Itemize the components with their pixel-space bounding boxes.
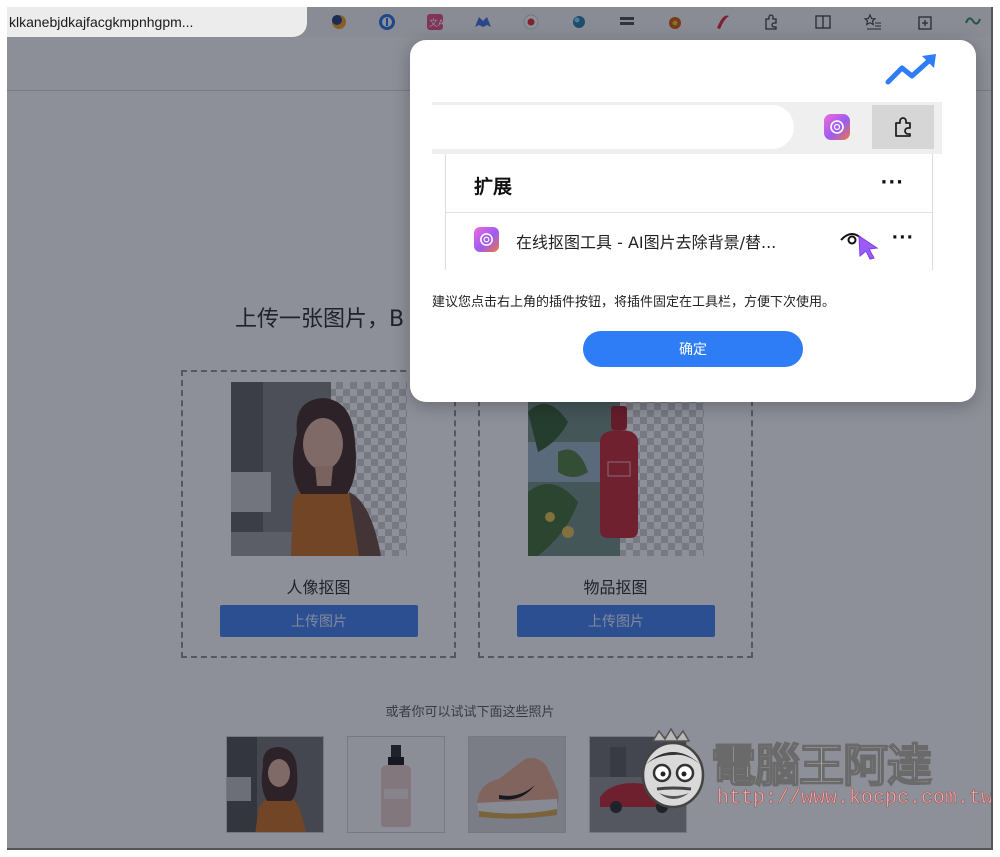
address-bar-url-visible: klkanebjdkajfacgkmpnhgpm... (9, 14, 194, 30)
address-bar-overlay-clone: klkanebjdkajfacgkmpnhgpm... (7, 7, 307, 37)
toolbar-illustration (432, 102, 942, 154)
ai-extension-icon (474, 227, 499, 252)
pin-hint-text: 建议您点击右上角的插件按钮，将插件固定在工具栏，方便下次使用。 (432, 295, 836, 310)
extensions-title: 扩展 (474, 176, 513, 198)
watermark-title: 電腦王阿達 (710, 738, 933, 793)
row-more-options-icon: ··· (891, 228, 914, 248)
extension-name: 在线抠图工具 - AI图片去除背景/替... (516, 233, 777, 252)
watermark-url: http://www.kocpc.com.tw (717, 787, 993, 811)
watermark: 電腦王阿達 http://www.kocpc.com.tw (635, 727, 991, 831)
divider (446, 212, 932, 213)
trend-arrow-icon (885, 54, 936, 85)
extensions-menu-illustration: 扩展 ··· 在线抠图工具 - AI图片去除背景/替... ··· (445, 154, 933, 270)
pin-eye-icon (840, 233, 879, 260)
extensions-puzzle-icon (872, 105, 934, 149)
watermark-mascot-icon (641, 727, 705, 809)
more-options-icon: ··· (880, 172, 904, 193)
pin-extension-dialog: 扩展 ··· 在线抠图工具 - AI图片去除背景/替... ··· 建议您点击右… (410, 40, 976, 402)
ai-extension-icon (824, 114, 850, 140)
screenshot-frame: klkanebjdkajfacgkmpnhgpm... A⁾ 文A (7, 7, 993, 850)
confirm-button[interactable]: 确定 (583, 331, 803, 367)
toolbar-illustration-address (432, 105, 794, 149)
